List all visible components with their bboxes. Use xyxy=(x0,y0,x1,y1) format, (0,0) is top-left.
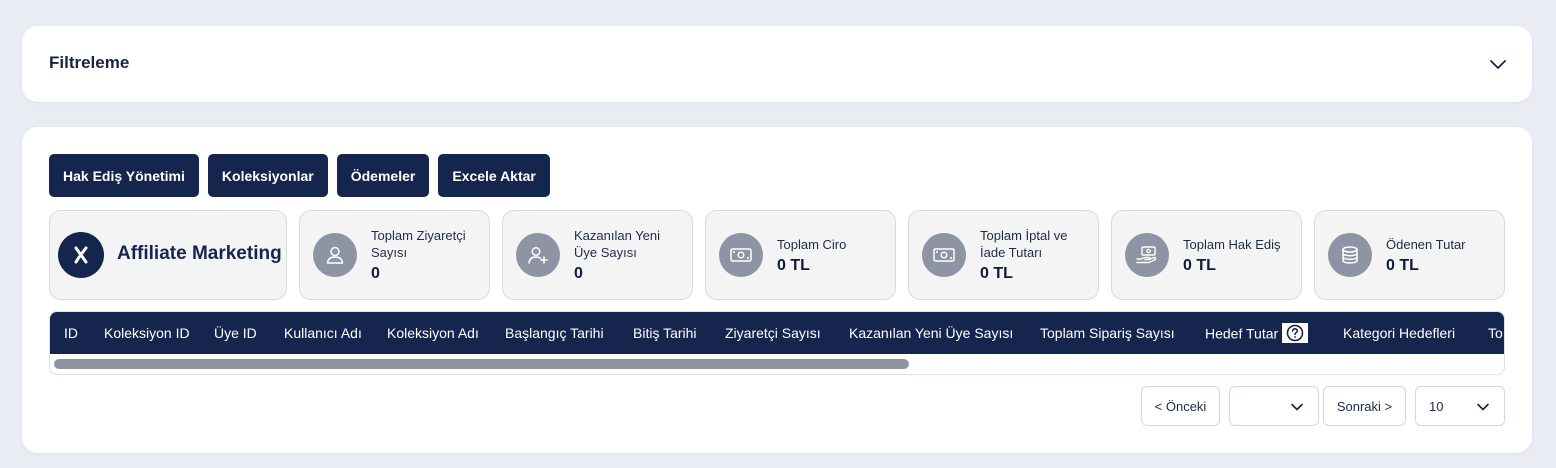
stat-label: Kazanılan Yeni Üye Sayısı xyxy=(574,228,661,260)
user-icon xyxy=(313,233,357,277)
column-header-id[interactable]: ID xyxy=(64,325,78,341)
column-header-collection-id[interactable]: Koleksiyon ID xyxy=(104,325,190,341)
column-header-visitor-count[interactable]: Ziyaretçi Sayısı xyxy=(725,325,821,341)
money-icon xyxy=(922,233,966,277)
stat-label: Toplam Ziyaretçi Sayısı xyxy=(371,228,466,260)
stat-value: 0 TL xyxy=(777,256,810,274)
help-icon[interactable] xyxy=(1282,323,1309,343)
commission-management-button[interactable]: Hak Ediş Yönetimi xyxy=(49,154,199,197)
filter-panel[interactable]: Filtreleme xyxy=(22,26,1532,102)
stat-total-commission: Toplam Hak Ediş 0 TL xyxy=(1111,210,1302,300)
horizontal-scrollbar[interactable] xyxy=(50,354,1504,374)
next-page-button[interactable]: Sonraki > xyxy=(1323,386,1406,426)
column-header-start-date[interactable]: Başlangıç Tarihi xyxy=(505,325,604,341)
user-plus-icon xyxy=(516,233,560,277)
chevron-down-icon xyxy=(1291,403,1303,411)
filter-title: Filtreleme xyxy=(49,53,130,72)
payments-button[interactable]: Ödemeler xyxy=(336,154,430,197)
x-logo-icon xyxy=(74,246,88,264)
column-header-truncated[interactable]: To xyxy=(1488,325,1503,341)
stats-row: Affiliate Marketing Toplam Ziyaretçi Say… xyxy=(49,210,1505,300)
column-header-target-amount-label: Hedef Tutar xyxy=(1205,325,1279,342)
chevron-down-icon xyxy=(1477,403,1489,411)
stat-total-refunds: Toplam İptal ve İade Tutarı 0 TL xyxy=(908,210,1099,300)
stat-value: 0 TL xyxy=(1183,256,1216,274)
column-header-category-targets[interactable]: Kategori Hedefleri xyxy=(1343,325,1455,341)
page-size-select[interactable]: 10 xyxy=(1415,386,1505,426)
stat-total-visitors: Toplam Ziyaretçi Sayısı 0 xyxy=(299,210,490,300)
toolbar: Hak Ediş Yönetimi Koleksiyonlar Ödemeler… xyxy=(49,154,550,197)
stat-value: 0 xyxy=(371,265,380,282)
previous-page-button[interactable]: < Önceki xyxy=(1141,386,1220,426)
main-panel: Hak Ediş Yönetimi Koleksiyonlar Ödemeler… xyxy=(22,127,1532,453)
stat-value: 0 TL xyxy=(980,265,1013,282)
brand-name: Affiliate Marketing xyxy=(117,243,282,264)
hand-money-icon xyxy=(1125,233,1169,277)
money-icon xyxy=(719,233,763,277)
column-header-total-orders[interactable]: Toplam Sipariş Sayısı xyxy=(1040,325,1175,341)
export-excel-button[interactable]: Excele Aktar xyxy=(438,154,550,197)
stat-label: Toplam İptal ve İade Tutarı xyxy=(980,228,1068,260)
stat-label: Toplam Hak Ediş xyxy=(1183,236,1281,252)
stat-label: Ödenen Tutar xyxy=(1386,236,1466,252)
stat-value: 0 xyxy=(574,265,583,282)
stat-value: 0 TL xyxy=(1386,256,1419,274)
column-header-collection-name[interactable]: Koleksiyon Adı xyxy=(387,325,479,341)
collections-button[interactable]: Koleksiyonlar xyxy=(207,154,328,197)
brand-logo xyxy=(58,232,104,278)
coins-stack-icon xyxy=(1328,233,1372,277)
stat-label: Toplam Ciro xyxy=(777,236,847,252)
stat-total-revenue: Toplam Ciro 0 TL xyxy=(705,210,896,300)
column-header-member-id[interactable]: Üye ID xyxy=(214,325,257,341)
column-header-end-date[interactable]: Bitiş Tarihi xyxy=(633,325,697,341)
column-header-new-members[interactable]: Kazanılan Yeni Üye Sayısı xyxy=(849,325,1013,341)
column-header-username[interactable]: Kullanıcı Adı xyxy=(284,325,362,341)
stat-paid-amount: Ödenen Tutar 0 TL xyxy=(1314,210,1505,300)
page-size-value: 10 xyxy=(1429,398,1444,414)
scrollbar-thumb[interactable] xyxy=(54,359,909,369)
stat-new-members: Kazanılan Yeni Üye Sayısı 0 xyxy=(502,210,693,300)
table-header: ID Koleksiyon ID Üye ID Kullanıcı Adı Ko… xyxy=(50,312,1504,354)
chevron-down-icon[interactable] xyxy=(1488,54,1508,74)
column-header-target-amount[interactable]: Hedef Tutar xyxy=(1205,323,1309,345)
data-table: ID Koleksiyon ID Üye ID Kullanıcı Adı Ko… xyxy=(49,311,1505,375)
brand-card: Affiliate Marketing xyxy=(49,210,287,300)
page-number-select[interactable] xyxy=(1229,386,1319,426)
